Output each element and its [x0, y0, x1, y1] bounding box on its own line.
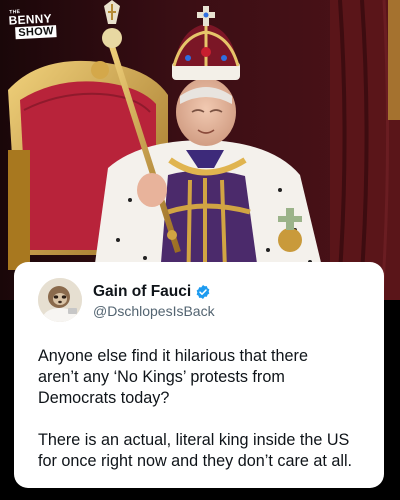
author-row: Gain of Fauci	[93, 282, 211, 302]
meme-image: THE BENNY SHOW Gain of Fauci @DschlopesI…	[0, 0, 400, 500]
tweet-body: Anyone else find it hilarious that there…	[38, 346, 373, 472]
logo-show: SHOW	[15, 25, 58, 40]
tweet-paragraph-2: There is an actual, literal king inside …	[38, 431, 353, 470]
display-name[interactable]: Gain of Fauci	[93, 283, 191, 301]
user-handle[interactable]: @DschlopesIsBack	[93, 303, 215, 319]
tweet-paragraph-1: Anyone else find it hilarious that there…	[38, 347, 308, 407]
show-logo: THE BENNY SHOW	[8, 6, 70, 43]
avatar[interactable]	[38, 278, 82, 322]
tweet-card: Gain of Fauci @DschlopesIsBack Anyone el…	[14, 262, 384, 488]
logo-benny: BENNY	[8, 11, 53, 28]
king-photo: THE BENNY SHOW	[0, 0, 400, 300]
verified-badge-icon	[195, 284, 211, 300]
